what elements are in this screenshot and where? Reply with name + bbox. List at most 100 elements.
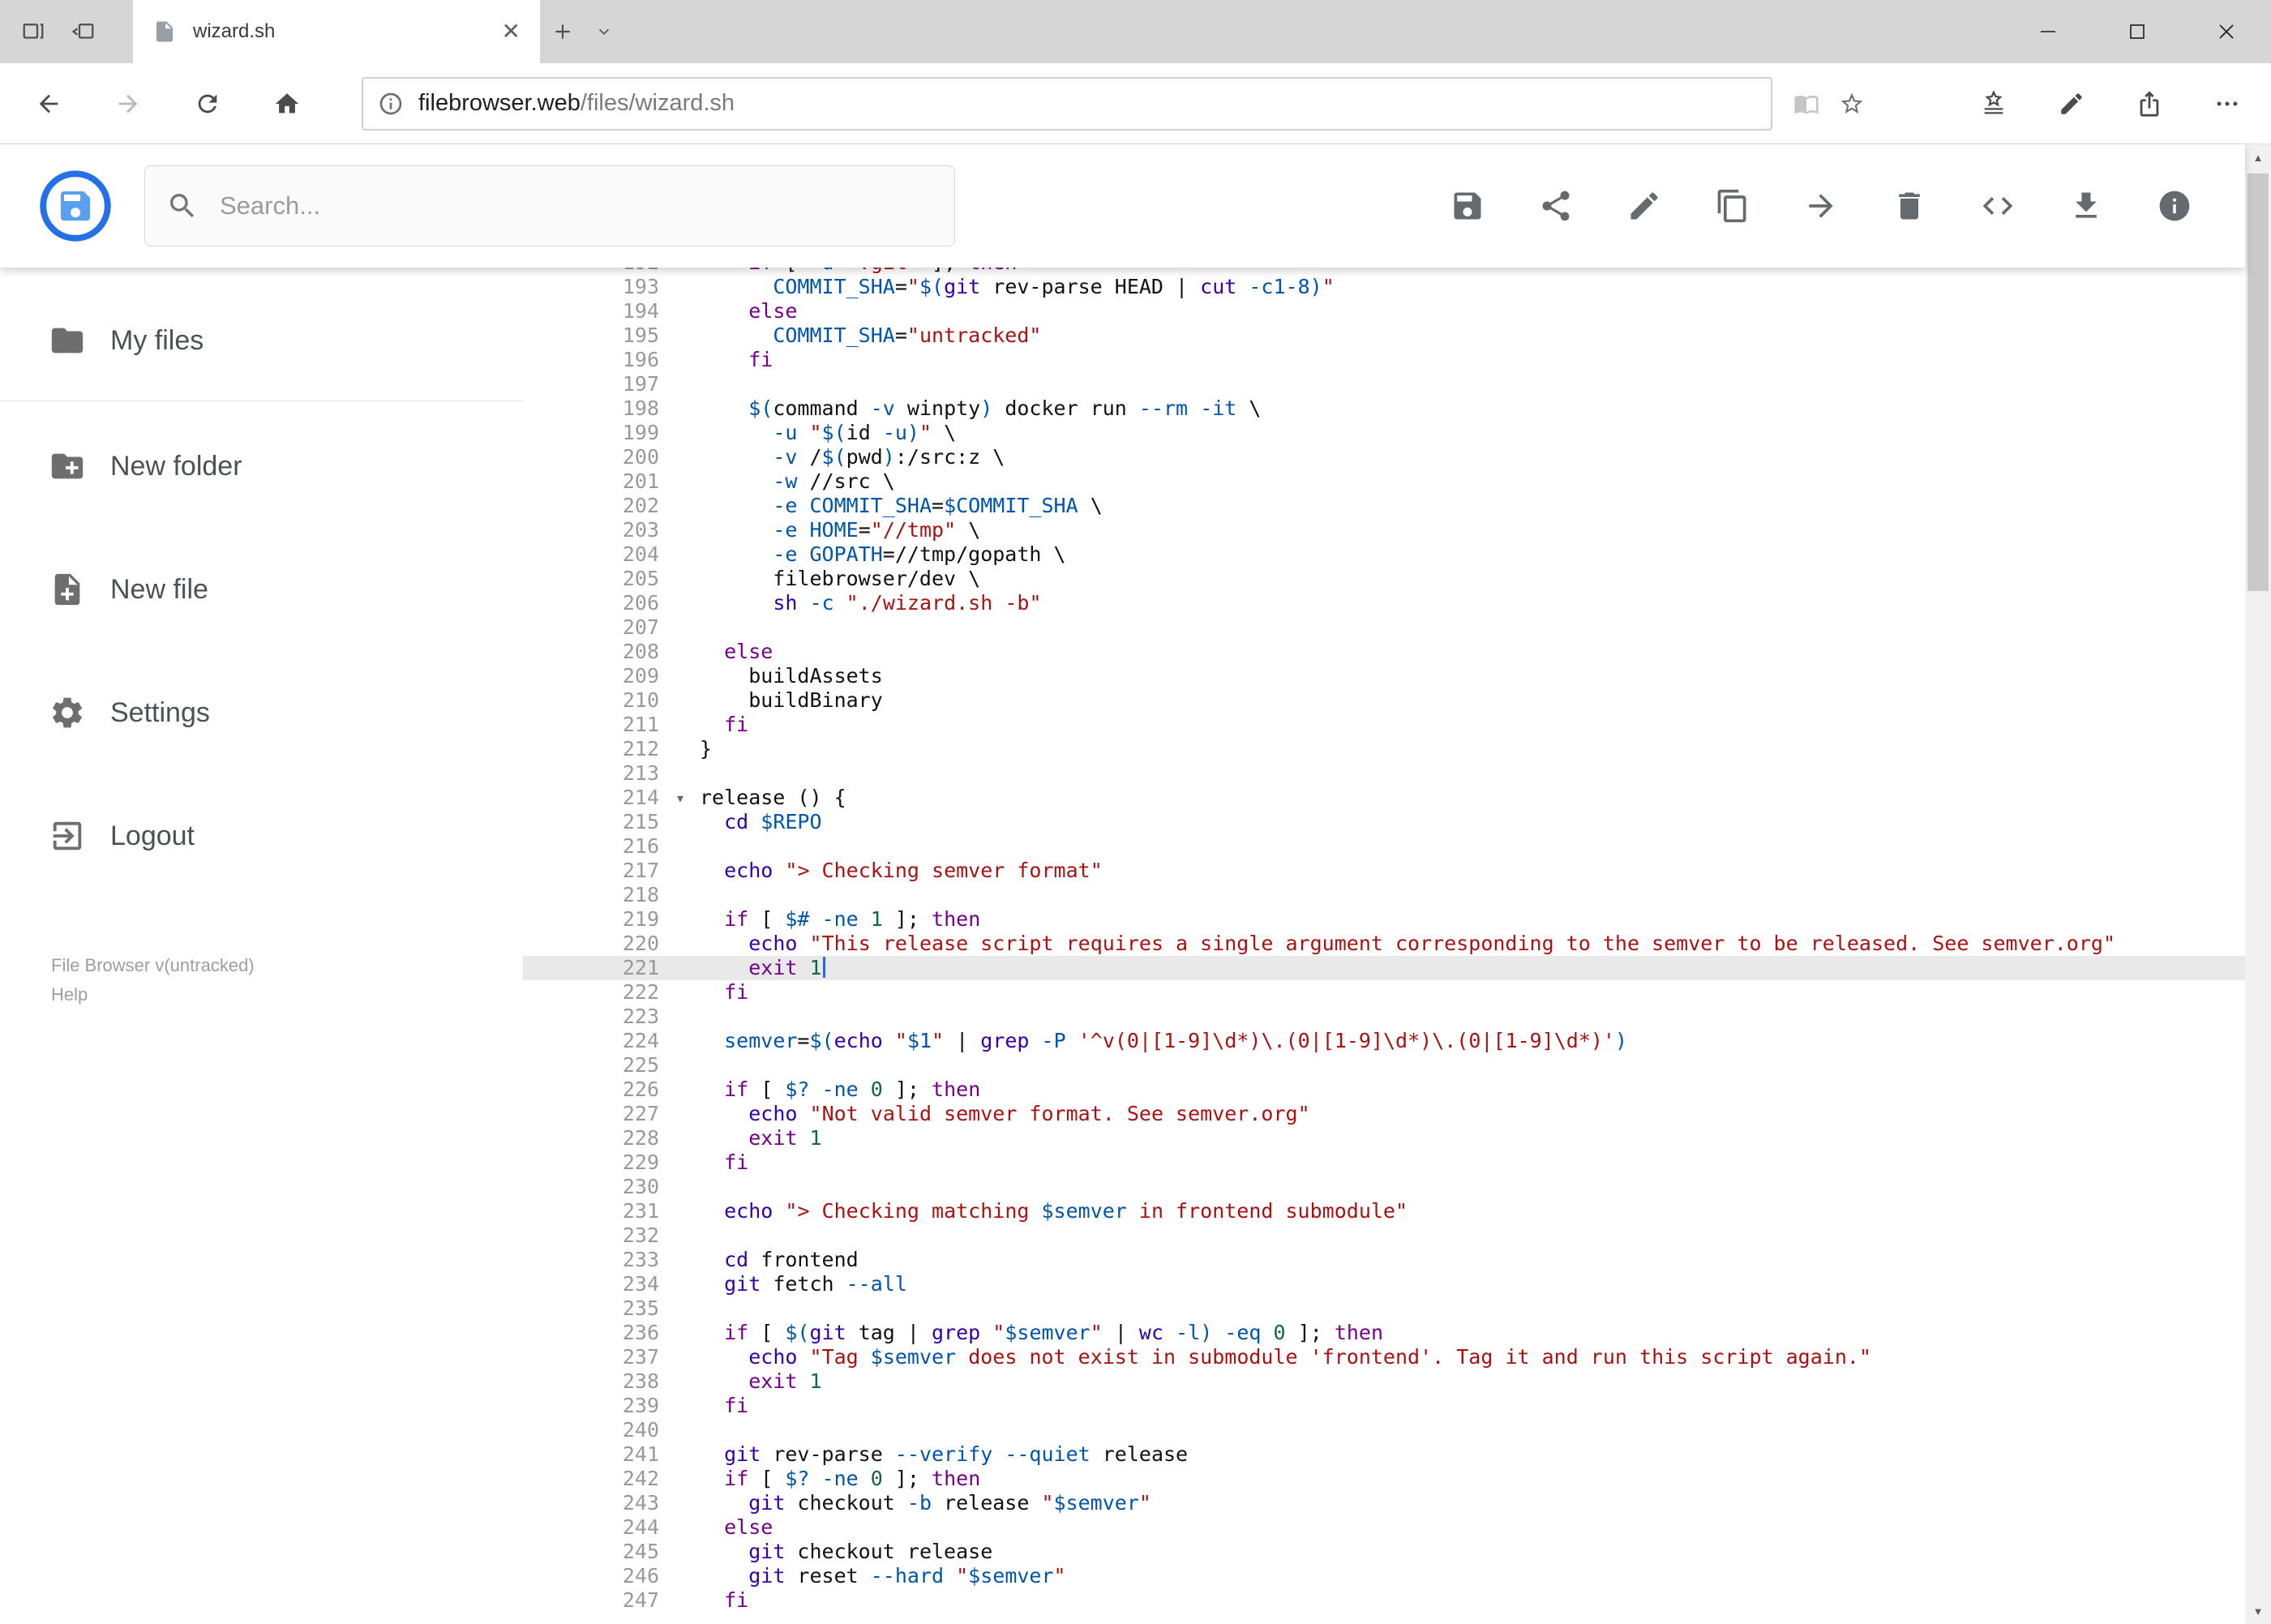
code-line[interactable]: 223 xyxy=(523,1005,2245,1029)
code-line[interactable]: 195 COMMIT_SHA="untracked" xyxy=(523,324,2245,348)
code-editor[interactable]: 192 if [ -d ".git" ]; then193 COMMIT_SHA… xyxy=(523,268,2245,1624)
help-link[interactable]: Help xyxy=(51,980,88,1009)
search-box[interactable] xyxy=(144,165,955,246)
code-line[interactable]: 213 xyxy=(523,761,2245,786)
address-bar[interactable]: filebrowser.web/files/wizard.sh xyxy=(362,76,1772,131)
code-line[interactable]: 239 fi xyxy=(523,1394,2245,1418)
more-menu-button[interactable] xyxy=(2205,81,2250,126)
code-line[interactable]: 220 echo "This release script requires a… xyxy=(523,932,2245,956)
code-line[interactable]: 196 fi xyxy=(523,348,2245,372)
home-button[interactable] xyxy=(261,78,313,130)
share-button[interactable] xyxy=(1537,187,1575,225)
sidebar-item-logout[interactable]: Logout xyxy=(0,787,523,885)
code-line[interactable]: 204 -e GOPATH=//tmp/gopath \ xyxy=(523,542,2245,567)
code-line[interactable]: 226 if [ $? -ne 0 ]; then xyxy=(523,1078,2245,1102)
search-input[interactable] xyxy=(220,191,933,221)
reading-view-button[interactable] xyxy=(1784,81,1829,126)
scroll-up-arrow-icon[interactable]: ▲ xyxy=(2245,144,2271,170)
code-line[interactable]: 217 echo "> Checking semver format" xyxy=(523,859,2245,883)
set-tabs-aside-icon[interactable] xyxy=(58,0,109,63)
maximize-button[interactable] xyxy=(2093,0,2182,63)
code-line[interactable]: 215 cd $REPO xyxy=(523,810,2245,834)
code-line[interactable]: 232 xyxy=(523,1223,2245,1248)
code-line[interactable]: 199 -u "$(id -u)" \ xyxy=(523,421,2245,445)
code-line[interactable]: 206 sh -c "./wizard.sh -b" xyxy=(523,591,2245,615)
code-line[interactable]: 218 xyxy=(523,883,2245,907)
code-line[interactable]: 210 buildBinary xyxy=(523,688,2245,713)
code-line[interactable]: 216 xyxy=(523,834,2245,859)
code-line[interactable]: 227 echo "Not valid semver format. See s… xyxy=(523,1102,2245,1126)
code-line[interactable]: 200 -v /$(pwd):/src:z \ xyxy=(523,445,2245,469)
code-line[interactable]: 237 echo "Tag $semver does not exist in … xyxy=(523,1345,2245,1369)
code-line[interactable]: 225 xyxy=(523,1053,2245,1078)
favorites-hub-button[interactable] xyxy=(1971,81,2016,126)
code-line[interactable]: 236 if [ $(git tag | grep "$semver" | wc… xyxy=(523,1321,2245,1345)
browser-tab[interactable]: wizard.sh ✕ xyxy=(133,0,540,63)
code-line-active[interactable]: 221 exit 1 xyxy=(523,956,2245,980)
page-scrollbar[interactable]: ▲ ▼ xyxy=(2245,144,2271,1624)
back-button[interactable] xyxy=(23,78,75,130)
delete-button[interactable] xyxy=(1891,187,1928,225)
share-page-button[interactable] xyxy=(2127,81,2172,126)
close-button[interactable] xyxy=(2182,0,2271,63)
new-tab-button[interactable] xyxy=(540,0,585,63)
code-line[interactable]: 247 fi xyxy=(523,1588,2245,1613)
code-line[interactable]: 242 if [ $? -ne 0 ]; then xyxy=(523,1467,2245,1491)
code-line[interactable]: 244 else xyxy=(523,1515,2245,1540)
code-line[interactable]: 243 git checkout -b release "$semver" xyxy=(523,1491,2245,1515)
sidebar-item-new-folder[interactable]: New folder xyxy=(0,418,523,515)
sidebar-item-my-files[interactable]: My files xyxy=(0,292,523,389)
fold-arrow-icon[interactable]: ▾ xyxy=(675,786,685,810)
info-icon[interactable] xyxy=(378,91,404,117)
code-line[interactable]: 229 fi xyxy=(523,1151,2245,1175)
code-line[interactable]: 197 xyxy=(523,372,2245,396)
edit-button[interactable] xyxy=(1626,187,1663,225)
code-line[interactable]: 207 xyxy=(523,615,2245,640)
scroll-down-arrow-icon[interactable]: ▼ xyxy=(2245,1598,2271,1624)
code-line[interactable]: 245 git checkout release xyxy=(523,1540,2245,1564)
code-line[interactable]: 233 cd frontend xyxy=(523,1248,2245,1272)
refresh-button[interactable] xyxy=(182,78,234,130)
code-line[interactable]: 238 exit 1 xyxy=(523,1369,2245,1394)
web-note-pen-button[interactable] xyxy=(2049,81,2094,126)
favorite-star-button[interactable] xyxy=(1829,81,1875,126)
minimize-button[interactable] xyxy=(2003,0,2093,63)
code-line[interactable]: 201 -w //src \ xyxy=(523,469,2245,494)
code-line[interactable]: 202 -e COMMIT_SHA=$COMMIT_SHA \ xyxy=(523,494,2245,518)
sidebar-item-settings[interactable]: Settings xyxy=(0,664,523,761)
code-line[interactable]: 194 else xyxy=(523,299,2245,324)
code-button[interactable] xyxy=(1979,187,2016,225)
code-line[interactable]: 246 git reset --hard "$semver" xyxy=(523,1564,2245,1588)
code-line[interactable]: 241 git rev-parse --verify --quiet relea… xyxy=(523,1442,2245,1467)
code-line[interactable]: 198 $(command -v winpty) docker run --rm… xyxy=(523,396,2245,421)
copy-button[interactable] xyxy=(1714,187,1751,225)
code-line[interactable]: 231 echo "> Checking matching $semver in… xyxy=(523,1199,2245,1223)
save-button[interactable] xyxy=(1449,187,1486,225)
code-line[interactable]: 211 fi xyxy=(523,713,2245,737)
code-line[interactable]: 234 git fetch --all xyxy=(523,1272,2245,1296)
code-line[interactable]: 193 COMMIT_SHA="$(git rev-parse HEAD | c… xyxy=(523,275,2245,299)
code-line[interactable]: 205 filebrowser/dev \ xyxy=(523,567,2245,591)
tab-preview-chevron-icon[interactable] xyxy=(585,0,623,63)
code-line[interactable]: 228 exit 1 xyxy=(523,1126,2245,1151)
code-line[interactable]: 224 semver=$(echo "$1" | grep -P '^v(0|[… xyxy=(523,1029,2245,1053)
download-button[interactable] xyxy=(2067,187,2105,225)
code-line[interactable]: 214 ▾ release () { xyxy=(523,786,2245,810)
tab-close-icon[interactable]: ✕ xyxy=(502,20,521,43)
info-button[interactable] xyxy=(2156,187,2193,225)
code-line[interactable]: 212} xyxy=(523,737,2245,761)
sidebar-item-new-file[interactable]: New file xyxy=(0,541,523,638)
forward-button[interactable] xyxy=(102,78,154,130)
code-line[interactable]: 208 else xyxy=(523,640,2245,664)
code-line[interactable]: 219 if [ $# -ne 1 ]; then xyxy=(523,907,2245,932)
code-line[interactable]: 235 xyxy=(523,1296,2245,1321)
code-line[interactable]: 230 xyxy=(523,1175,2245,1199)
code-line[interactable]: 222 fi xyxy=(523,980,2245,1005)
tabs-aside-list-icon[interactable] xyxy=(8,0,58,63)
code-line[interactable]: 192 if [ -d ".git" ]; then xyxy=(523,268,2245,275)
code-line[interactable]: 203 -e HOME="//tmp" \ xyxy=(523,518,2245,542)
scrollbar-thumb[interactable] xyxy=(2247,174,2269,591)
code-line[interactable]: 240 xyxy=(523,1418,2245,1442)
code-line[interactable]: 209 buildAssets xyxy=(523,664,2245,688)
move-button[interactable] xyxy=(1802,187,1840,225)
